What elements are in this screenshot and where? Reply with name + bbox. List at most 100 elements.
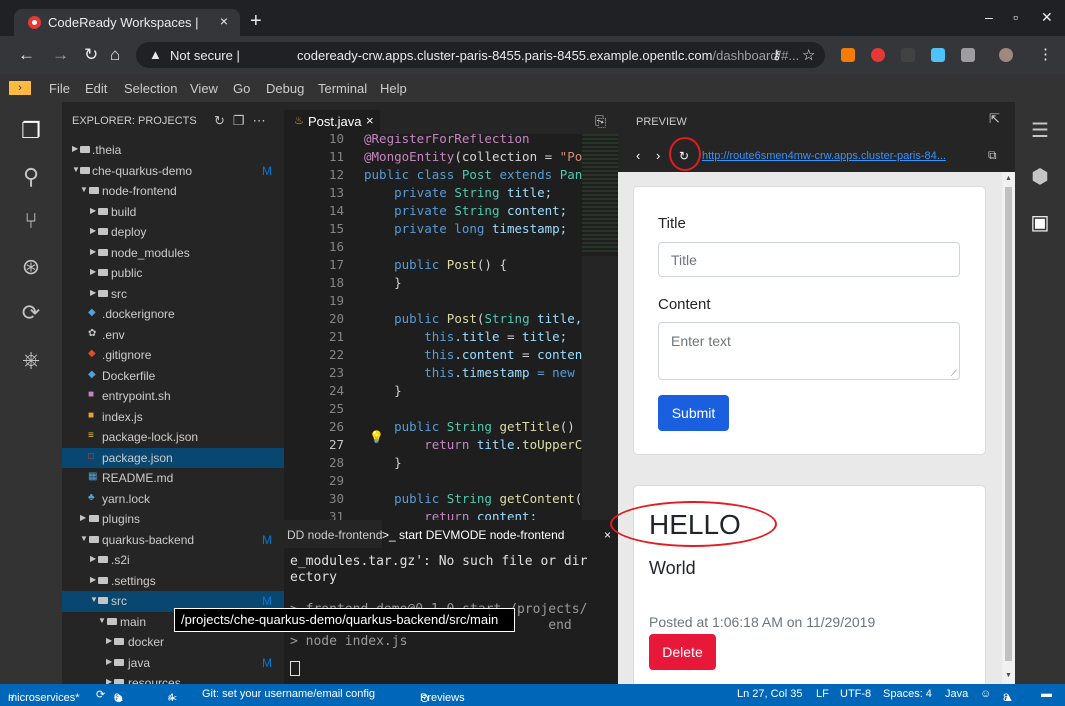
sync-icon[interactable]: ⟳ [96, 688, 105, 701]
menu-selection[interactable]: Selection [124, 81, 177, 96]
tree-item-yarn-lock[interactable]: ♣ yarn.lock [62, 489, 284, 510]
tree-item-deploy[interactable]: ▶ deploy [62, 222, 284, 243]
menu-file[interactable]: File [49, 81, 70, 96]
extension-icon[interactable] [901, 48, 915, 62]
preview-url-link[interactable]: http://route6smen4mw-crw.apps.cluster-pa… [702, 150, 978, 162]
menu-debug[interactable]: Debug [266, 81, 304, 96]
back-icon[interactable]: ← [18, 45, 35, 65]
tab-post-java[interactable]: ♨ Post.java × [284, 110, 380, 134]
line-ending[interactable]: LF [816, 688, 829, 700]
preview-popout-icon[interactable]: ⇱ [989, 111, 1000, 127]
home-icon[interactable]: ⌂ [110, 45, 120, 65]
open-preview-icon[interactable]: ⎘ [595, 113, 606, 130]
title-input[interactable]: Title [658, 242, 960, 277]
preview-scrollbar[interactable]: ▲ ▼ [1002, 172, 1015, 684]
scroll-up-icon[interactable]: ▲ [1005, 175, 1012, 182]
tree-item-readme-md[interactable]: ▦ README.md [62, 468, 284, 489]
tree-item-index-js[interactable]: ■ index.js [62, 407, 284, 428]
lightbulb-icon[interactable]: 💡 [369, 430, 384, 444]
tree-item-dockerfile[interactable]: ◆ Dockerfile [62, 366, 284, 387]
not-secure-label[interactable]: Not secure | [170, 48, 240, 63]
url-text[interactable]: codeready-crw.apps.cluster-paris-8455.pa… [297, 48, 799, 63]
panel-toggle-icon[interactable]: ▬ [1041, 688, 1052, 700]
source-control-icon[interactable]: ⑂ [18, 208, 44, 234]
cursor-position[interactable]: Ln 27, Col 35 [737, 688, 802, 700]
editor-minimap-track[interactable] [582, 256, 618, 520]
tree-item-theia[interactable]: ▶ .theia [62, 140, 284, 161]
tree-item-public[interactable]: ▶ public [62, 263, 284, 284]
key-icon[interactable]: ⚷ [772, 47, 782, 63]
content-textarea[interactable]: Enter text ⟋ [658, 322, 960, 380]
sync-icon[interactable]: ⟳ [18, 300, 44, 326]
address-bar[interactable]: ▲ Not secure | codeready-crw.apps.cluste… [136, 42, 825, 68]
terminal-tab-close-button[interactable]: × [604, 528, 611, 542]
language-mode[interactable]: Java [945, 688, 968, 700]
git-message[interactable]: Git: set your username/email config [202, 688, 375, 700]
maximize-button[interactable]: ▫ [1013, 9, 1018, 25]
forward-icon[interactable]: → [52, 45, 69, 65]
tree-item-src[interactable]: ▶ src [62, 284, 284, 305]
warning-icon[interactable]: ▲ [149, 47, 162, 62]
tree-item-package-lock-json[interactable]: ≡ package-lock.json [62, 427, 284, 448]
more-icon[interactable]: ⋯ [253, 113, 274, 128]
new-tab-button[interactable]: + [250, 10, 262, 33]
tree-item-entrypoint-sh[interactable]: ■ entrypoint.sh [62, 386, 284, 407]
tree-item-env[interactable]: ✿ .env [62, 325, 284, 346]
menu-help[interactable]: Help [380, 81, 407, 96]
resize-handle-icon[interactable]: ⟋ [951, 368, 957, 379]
close-window-button[interactable]: ✕ [1041, 9, 1053, 26]
tree-item-che-quarkus-demo[interactable]: ▼ che-quarkus-demo M [62, 161, 284, 182]
profile-avatar[interactable] [999, 48, 1013, 62]
preview-back-icon[interactable]: ‹ [636, 148, 640, 163]
tree-item-package-json[interactable]: □ package.json [62, 447, 284, 468]
tree-item-settings[interactable]: ▶ .settings [62, 571, 284, 592]
tree-item-plugins[interactable]: ▶ plugins [62, 509, 284, 530]
browser-menu-icon[interactable]: ⋮ [1038, 45, 1053, 63]
rss-extension-icon[interactable] [841, 48, 855, 62]
refresh-icon[interactable]: ↻ [214, 113, 233, 128]
kubernetes-icon[interactable]: ⎈ [18, 347, 44, 373]
file-encoding[interactable]: UTF-8 [840, 688, 871, 700]
editor-tab-close-button[interactable]: × [366, 113, 374, 128]
tree-item-quarkus-backend[interactable]: ▼ quarkus-backend M [62, 530, 284, 551]
collapse-all-icon[interactable]: ❐ [233, 113, 253, 128]
extension-icon[interactable] [931, 48, 945, 62]
search-icon[interactable]: ⚲ [18, 164, 44, 190]
extension-icon[interactable] [871, 48, 885, 62]
tree-item-s2i[interactable]: ▶ .s2i [62, 550, 284, 571]
debug-icon[interactable]: ⊛ [18, 254, 44, 280]
scrollbar-thumb[interactable] [1005, 187, 1012, 661]
tab-node-frontend[interactable]: DD node-frontend [287, 528, 382, 542]
tree-item-dockerignore[interactable]: ◆ .dockerignore [62, 304, 284, 325]
preview-panel-icon[interactable]: ▣ [1027, 210, 1053, 236]
plugins-icon[interactable]: ⬢ [1027, 164, 1053, 190]
feedback-icon[interactable]: ☺ [980, 688, 991, 700]
tab-start-devmode[interactable]: >_ start DEVMODE node-frontend × [382, 520, 618, 548]
tree-item-node-modules[interactable]: ▶ node_modules [62, 243, 284, 264]
browser-tab[interactable]: CodeReady Workspaces | × [14, 9, 240, 36]
menu-view[interactable]: View [190, 81, 218, 96]
tree-item-docker[interactable]: ▶ docker [62, 632, 284, 653]
menu-edit[interactable]: Edit [85, 81, 107, 96]
preview-forward-icon[interactable]: › [656, 148, 660, 163]
outline-icon[interactable]: ☰ [1027, 118, 1053, 144]
minimize-button[interactable]: – [985, 9, 993, 25]
submit-button[interactable]: Submit [658, 395, 729, 431]
extension-icon[interactable] [961, 48, 975, 62]
explorer-icon[interactable]: ❐ [18, 118, 44, 144]
open-external-icon[interactable]: ⧉ [988, 148, 997, 163]
menu-go[interactable]: Go [233, 81, 250, 96]
reload-icon[interactable]: ↻ [84, 45, 98, 65]
code-editor[interactable]: 10 11 12 13 14 15 16 17 18 19 20 21 22 2… [284, 134, 618, 520]
indentation[interactable]: Spaces: 4 [883, 688, 932, 700]
scroll-down-icon[interactable]: ▼ [1005, 672, 1012, 679]
tree-item-gitignore[interactable]: ◆ .gitignore [62, 345, 284, 366]
menu-terminal[interactable]: Terminal [318, 81, 367, 96]
bookmark-star-icon[interactable]: ☆ [802, 46, 815, 64]
tree-item-java[interactable]: ▶ java M [62, 653, 284, 674]
editor-minimap[interactable] [582, 134, 618, 254]
tree-item-node-frontend[interactable]: ▼ node-frontend [62, 181, 284, 202]
tab-close-button[interactable]: × [220, 13, 228, 29]
delete-button[interactable]: Delete [649, 634, 716, 670]
tree-item-build[interactable]: ▶ build [62, 202, 284, 223]
